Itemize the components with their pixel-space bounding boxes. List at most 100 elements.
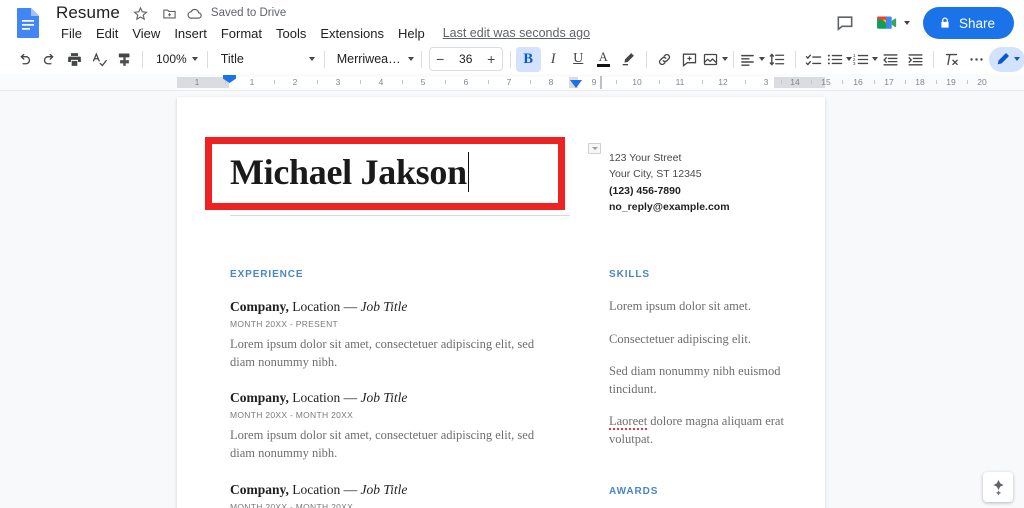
italic-button[interactable]: I: [541, 47, 566, 72]
font-value: Merriweath...: [337, 52, 403, 66]
skill-item[interactable]: Consectetuer adipiscing elit.: [609, 331, 809, 349]
chevron-down-icon[interactable]: [759, 57, 765, 61]
ruler-tick: [874, 80, 875, 84]
increase-indent-icon[interactable]: [903, 47, 928, 72]
style-value: Title: [221, 52, 244, 66]
move-to-folder-icon[interactable]: [160, 3, 180, 23]
last-edit-link[interactable]: Last edit was seconds ago: [443, 26, 590, 40]
ruler-number: 4: [379, 77, 384, 87]
ruler-tick: [936, 80, 937, 84]
underline-button[interactable]: U: [566, 47, 591, 72]
zoom-selector[interactable]: 100%: [148, 47, 202, 72]
font-selector[interactable]: Merriweath...: [330, 47, 416, 72]
menu-edit[interactable]: Edit: [89, 25, 125, 42]
docs-file-icon[interactable]: [14, 7, 42, 37]
font-size-input[interactable]: 36: [451, 52, 481, 66]
bold-button[interactable]: B: [516, 47, 541, 72]
menu-file[interactable]: File: [54, 25, 89, 42]
redo-icon[interactable]: [37, 47, 62, 72]
title-row: Resume Saved to Drive: [54, 2, 286, 24]
undo-icon[interactable]: [12, 47, 37, 72]
menu-extensions[interactable]: Extensions: [313, 25, 391, 42]
skill-item[interactable]: Lorem ipsum dolor sit amet.: [609, 298, 809, 316]
decrease-indent-icon[interactable]: [878, 47, 903, 72]
awards-section: AWARDS Lorem ipsum dolor sit amet Consec…: [609, 486, 809, 508]
job-date: MONTH 20XX - MONTH 20XX: [230, 502, 555, 508]
highlight-annotation-box: [205, 137, 565, 210]
ruler-number: 10: [632, 77, 641, 87]
ruler-number: 2: [293, 77, 298, 87]
menu-view[interactable]: View: [125, 25, 167, 42]
job-company: Company,: [230, 390, 289, 405]
more-options-icon[interactable]: [964, 47, 989, 72]
job-date: MONTH 20XX - MONTH 20XX: [230, 410, 555, 420]
job-heading: Company, Location — Job Title: [230, 482, 555, 498]
chevron-down-icon[interactable]: [1014, 57, 1020, 61]
formatting-toolbar: 100% Title Merriweath... − 36 + B I U: [0, 45, 1024, 73]
chevron-down-icon[interactable]: [872, 57, 878, 61]
text-color-swatch: [597, 64, 610, 67]
save-status: Saved to Drive: [211, 7, 286, 19]
share-button[interactable]: Share: [923, 7, 1014, 39]
job-dash: —: [344, 390, 358, 405]
paragraph-style-selector[interactable]: Title: [213, 47, 319, 72]
job-title-text: Job Title: [361, 390, 408, 405]
font-size-decrease-button[interactable]: −: [430, 48, 451, 70]
contact-email: no_reply@example.com: [609, 201, 730, 213]
chevron-down-icon[interactable]: [904, 21, 910, 25]
google-meet-button[interactable]: [868, 6, 917, 40]
text-color-button[interactable]: A: [591, 47, 616, 72]
highlight-pen-icon[interactable]: [616, 47, 641, 72]
menu-insert[interactable]: Insert: [167, 25, 214, 42]
insert-image-icon[interactable]: [702, 47, 728, 72]
share-label: Share: [959, 16, 995, 31]
clear-formatting-icon[interactable]: [939, 47, 964, 72]
explore-button[interactable]: [983, 472, 1013, 502]
ruler-number: 17: [884, 77, 893, 87]
ruler-tick: [530, 80, 531, 84]
google-docs-window: Resume Saved to Drive File Edit: [0, 0, 1024, 508]
lock-icon: [938, 16, 952, 30]
ruler-number: 5: [421, 77, 426, 87]
ruler-tick: [616, 80, 617, 84]
skill-item[interactable]: Sed diam nonummy nibh euismod tincidunt.: [609, 363, 809, 398]
comment-history-icon[interactable]: [828, 6, 862, 40]
menu-help[interactable]: Help: [391, 25, 432, 42]
paint-format-icon[interactable]: [112, 47, 137, 72]
document-title[interactable]: Resume: [54, 3, 122, 23]
experience-entry[interactable]: Company, Location — Job Title MONTH 20XX…: [230, 482, 555, 508]
skill-item[interactable]: Laoreet dolore magna aliquam erat volutp…: [609, 413, 809, 448]
job-date: MONTH 20XX - PRESENT: [230, 319, 555, 329]
line-spacing-icon[interactable]: [765, 47, 790, 72]
bulleted-list-icon[interactable]: [826, 47, 852, 72]
insert-link-icon[interactable]: [652, 47, 677, 72]
print-icon[interactable]: [62, 47, 87, 72]
ruler-tick: [745, 80, 746, 84]
ruler-tick: [445, 80, 446, 84]
font-size-increase-button[interactable]: +: [481, 48, 502, 70]
misspelled-word[interactable]: Laoreet: [609, 414, 647, 430]
menu-bar: File Edit View Insert Format Tools Exten…: [54, 23, 590, 43]
ruler-tick: [225, 80, 226, 84]
star-icon[interactable]: [131, 3, 151, 23]
job-location: Location: [292, 390, 340, 405]
spellcheck-icon[interactable]: [87, 47, 112, 72]
add-comment-icon[interactable]: [677, 47, 702, 72]
menu-tools[interactable]: Tools: [269, 25, 313, 42]
document-page[interactable]: Michael Jakson 123 Your Street Your City…: [177, 97, 825, 508]
chevron-down-icon[interactable]: [722, 57, 728, 61]
editing-mode-button[interactable]: [989, 47, 1024, 72]
menu-format[interactable]: Format: [214, 25, 269, 42]
ruler-tick: [842, 80, 843, 84]
checklist-icon[interactable]: [801, 47, 826, 72]
numbered-list-icon[interactable]: 1 2 3: [852, 47, 878, 72]
experience-entry[interactable]: Company, Location — Job Title MONTH 20XX…: [230, 390, 555, 462]
ruler-number: 18: [915, 77, 924, 87]
ruler-number: 14: [790, 77, 799, 87]
table-dropdown-handle[interactable]: [588, 143, 601, 154]
contact-block[interactable]: 123 Your Street Your City, ST 12345 (123…: [609, 150, 789, 215]
align-left-icon[interactable]: [739, 47, 765, 72]
experience-entry[interactable]: Company, Location — Job Title MONTH 20XX…: [230, 299, 555, 371]
ruler[interactable]: 1123456789101112314151617181920: [0, 74, 1024, 91]
job-company: Company,: [230, 482, 289, 497]
